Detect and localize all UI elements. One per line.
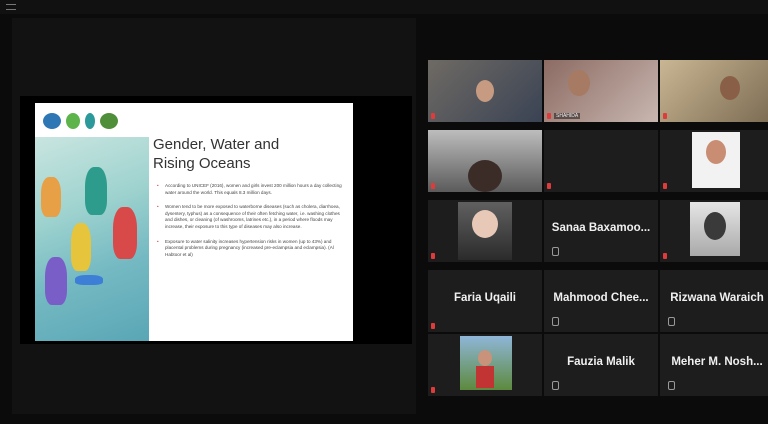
mic-muted-icon — [431, 253, 435, 259]
mic-muted-icon — [431, 387, 435, 393]
participant-tile[interactable]: Mahmood Chee... — [544, 270, 658, 332]
participant-tile[interactable]: Fauzia Malik — [544, 334, 658, 396]
figure-shape — [85, 167, 107, 215]
participant-tile[interactable]: Sanaa Baxamoo... — [544, 200, 658, 262]
slide-bullet: Women tend to be more exposed to waterbo… — [157, 204, 345, 230]
slide-bullet: Exposure to water salinity increases hyp… — [157, 239, 345, 259]
slide-bullets: According to UNICEF (2016), women and gi… — [157, 183, 345, 266]
participant-name: Rizwana Waraich — [670, 292, 764, 304]
participant-tile[interactable]: Rizwana Waraich — [660, 270, 768, 332]
mic-muted-icon — [431, 183, 435, 189]
slide-illustration — [35, 137, 149, 341]
bucket-shape — [75, 275, 103, 285]
mic-off-icon — [668, 381, 675, 390]
participant-name: Mahmood Chee... — [553, 292, 649, 304]
participant-tile[interactable] — [660, 200, 768, 262]
participant-tile[interactable]: Meher M. Nosh... — [660, 334, 768, 396]
menu-icon[interactable] — [6, 4, 16, 10]
participant-tile[interactable] — [428, 334, 542, 396]
slide-title-line: Rising Oceans — [153, 155, 251, 172]
participant-name: Meher M. Nosh... — [671, 356, 763, 368]
participant-name-label: SHAHIDA — [554, 113, 581, 119]
mic-muted-icon — [431, 113, 435, 119]
window-top-bar — [0, 0, 768, 14]
mic-off-icon — [552, 317, 559, 326]
face-shape — [472, 210, 498, 238]
participant-video — [428, 130, 542, 192]
participant-video — [428, 200, 542, 262]
mic-muted-icon — [663, 183, 667, 189]
mic-off-icon — [552, 247, 559, 256]
participant-video — [660, 200, 768, 262]
participant-tile[interactable]: Faria Uqaili — [428, 270, 542, 332]
participant-video — [428, 334, 542, 396]
mic-muted-icon — [547, 113, 551, 119]
figure-shape — [113, 207, 137, 259]
figure-shape — [41, 177, 61, 217]
face-shape — [720, 76, 740, 100]
slide-title-line: Gender, Water and — [153, 136, 280, 153]
mic-muted-icon — [431, 323, 435, 329]
slide-bullet: According to UNICEF (2016), women and gi… — [157, 183, 345, 196]
mic-muted-icon — [663, 113, 667, 119]
slide-logos — [43, 110, 118, 132]
participant-tile[interactable] — [660, 130, 768, 192]
logo-icon — [100, 113, 118, 129]
video-frame — [692, 132, 740, 188]
participant-name: Faria Uqaili — [454, 292, 516, 304]
mic-off-icon — [668, 317, 675, 326]
slide-title: Gender, Water and Rising Oceans — [153, 135, 343, 173]
figure-shape — [71, 223, 91, 271]
participant-tile[interactable] — [544, 130, 658, 192]
participant-name: Sanaa Baxamoo... — [551, 222, 651, 234]
participant-tile[interactable] — [428, 130, 542, 192]
participant-tile[interactable]: SHAHIDA — [544, 60, 658, 122]
video-frame — [458, 202, 512, 260]
video-frame — [690, 202, 740, 256]
face-shape — [476, 80, 494, 102]
mic-muted-icon — [663, 253, 667, 259]
participant-name: Fauzia Malik — [567, 356, 635, 368]
face-shape — [704, 212, 726, 240]
logo-icon — [43, 113, 61, 129]
face-shape — [568, 70, 590, 96]
clothing-shape — [476, 366, 494, 388]
logo-icon — [66, 113, 80, 129]
participant-video — [428, 60, 542, 122]
participant-video — [544, 130, 658, 192]
participant-video — [660, 130, 768, 192]
shared-slide: Gender, Water and Rising Oceans Accordin… — [35, 103, 353, 341]
face-shape — [478, 350, 492, 366]
mic-off-icon — [552, 381, 559, 390]
logo-icon — [85, 113, 95, 129]
video-frame — [460, 336, 512, 390]
face-shape — [468, 160, 502, 192]
participant-tile[interactable] — [428, 60, 542, 122]
mic-muted-icon — [547, 183, 551, 189]
participant-gallery: SHAHIDA Sanaa Baxamoo... Faria Uqaili Ma… — [424, 54, 768, 404]
figure-shape — [45, 257, 67, 305]
participant-tile[interactable] — [428, 200, 542, 262]
participant-tile[interactable] — [660, 60, 768, 122]
face-shape — [706, 140, 726, 164]
participant-video — [660, 60, 768, 122]
